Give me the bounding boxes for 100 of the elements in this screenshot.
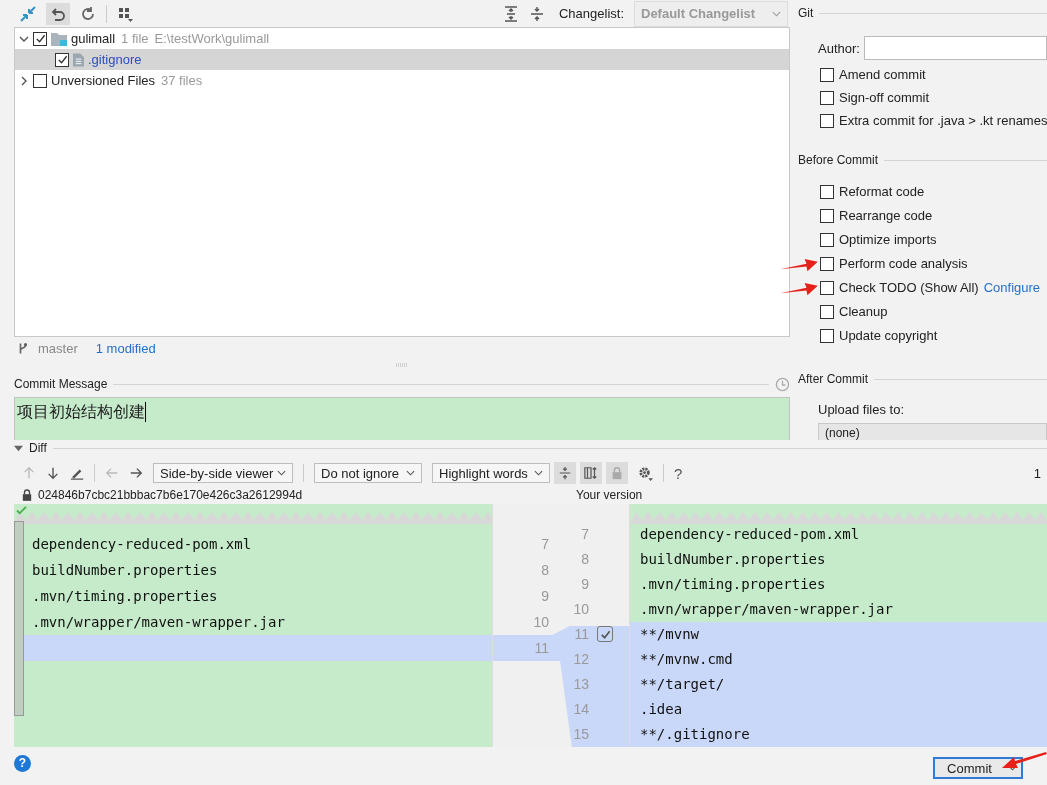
option-label: Perform code analysis — [839, 256, 968, 271]
checkbox[interactable] — [820, 113, 834, 128]
branch-icon — [18, 341, 28, 355]
right-version-title: Your version — [576, 488, 643, 502]
checkbox[interactable] — [597, 626, 613, 642]
line-number: 12 — [572, 650, 589, 669]
group-icon[interactable] — [117, 5, 133, 22]
commit-button[interactable]: Commit — [933, 757, 1023, 779]
line-number: 9 — [541, 588, 549, 604]
modified-link[interactable]: 1 modified — [95, 340, 156, 356]
line-number: 7 — [580, 525, 589, 544]
splitter-handle[interactable] — [395, 363, 409, 367]
option-label: Extra commit for .java > .kt renames — [839, 113, 1047, 128]
settings-icon[interactable] — [638, 465, 653, 481]
checkbox[interactable] — [33, 31, 47, 46]
caret-icon — [772, 10, 781, 17]
checkbox[interactable] — [55, 52, 69, 67]
code-line: .mvn/timing.properties — [31, 587, 219, 606]
code-line: .mvn/wrapper/maven-wrapper.jar — [31, 613, 286, 632]
checkbox[interactable] — [820, 67, 834, 82]
line-number: 9 — [580, 575, 589, 594]
arrow-down-icon[interactable] — [46, 466, 60, 480]
code-line: dependency-reduced-pom.xml — [31, 535, 253, 554]
file-count: 1 file — [121, 31, 149, 46]
tree-label: Unversioned Files — [51, 73, 156, 88]
left-version-title: 024846b7cbc21bbbac7b6e170e426c3a2612994d — [38, 488, 303, 502]
checkbox[interactable] — [820, 256, 834, 271]
undo-button[interactable] — [46, 2, 70, 25]
help-button[interactable]: ? — [14, 754, 31, 772]
refresh-icon[interactable] — [80, 5, 96, 22]
difference-count: 1 — [1033, 465, 1041, 481]
code-line: dependency-reduced-pom.xml — [639, 525, 861, 544]
sync-scroll-button[interactable] — [580, 462, 602, 484]
caret-icon — [406, 470, 415, 476]
option-label: Amend commit — [839, 67, 926, 82]
option-label: Rearrange code — [839, 208, 933, 223]
code-line: .mvn/wrapper/maven-wrapper.jar — [639, 600, 894, 619]
code-line: buildNumber.properties — [31, 561, 219, 580]
checkbox[interactable] — [820, 328, 834, 343]
line-number: 11 — [534, 640, 549, 656]
tree-label: gulimall — [71, 31, 116, 46]
checkbox[interactable] — [820, 280, 834, 295]
line-number: 11 — [573, 625, 589, 644]
code-line: .mvn/timing.properties — [639, 575, 827, 594]
upload-label: Upload files to: — [818, 402, 905, 417]
checkbox[interactable] — [820, 232, 834, 247]
branch-name: master — [38, 340, 78, 356]
tree-row[interactable]: .gitignore — [15, 49, 789, 70]
section-title: Git — [798, 6, 814, 20]
tree-row[interactable]: Unversioned Files 37 files — [15, 70, 789, 91]
chevron-right-icon[interactable] — [19, 75, 29, 86]
option-label: Sign-off commit — [839, 90, 930, 105]
section-title: Diff — [29, 441, 47, 455]
collapse-unchanged-button[interactable] — [554, 462, 576, 484]
file-icon — [73, 52, 84, 67]
line-number: 10 — [572, 600, 589, 619]
checkbox[interactable] — [820, 90, 834, 105]
option-label: Check TODO (Show All) — [839, 280, 979, 295]
help-button[interactable]: ? — [674, 464, 683, 482]
tree-label: .gitignore — [88, 52, 142, 67]
file-count: 37 files — [161, 73, 203, 88]
code-line: buildNumber.properties — [639, 550, 827, 569]
triangle-down-icon[interactable] — [14, 443, 23, 453]
upload-dropdown[interactable]: (none) — [818, 423, 1047, 440]
expand-all-icon[interactable] — [502, 5, 519, 22]
changelist-label: Changelist: — [558, 6, 624, 21]
configure-link[interactable]: Configure — [983, 280, 1041, 295]
caret-icon — [534, 470, 543, 476]
checkbox[interactable] — [820, 304, 834, 319]
undo-icon — [50, 5, 66, 22]
option-label: Update copyright — [839, 328, 938, 343]
line-number: 8 — [580, 550, 589, 569]
author-field[interactable] — [863, 36, 1047, 60]
arrow-right-icon[interactable] — [129, 466, 143, 480]
tree-row[interactable]: gulimall 1 file E:\testWork\gulimall — [15, 28, 789, 49]
commit-message-field[interactable]: 项目初始结构创建 — [14, 397, 790, 440]
checkbox[interactable] — [820, 184, 834, 199]
collapse-all-icon[interactable] — [528, 5, 545, 22]
section-title: Before Commit — [798, 153, 879, 167]
line-number: 15 — [572, 725, 589, 744]
line-number: 7 — [541, 536, 549, 552]
folder-icon — [51, 31, 67, 46]
arrows-icon[interactable] — [20, 5, 36, 22]
option-label: Reformat code — [839, 184, 925, 199]
lock-icon — [610, 466, 624, 480]
check-icon — [16, 506, 27, 515]
dropdown[interactable]: Highlight words — [432, 463, 550, 483]
dropdown[interactable]: Side-by-side viewer — [153, 463, 293, 483]
line-number: 14 — [572, 700, 589, 719]
folder-path: E:\testWork\gulimall — [154, 31, 270, 46]
checkbox[interactable] — [820, 208, 834, 223]
checkbox[interactable] — [33, 73, 47, 88]
dropdown[interactable]: Do not ignore — [314, 463, 422, 483]
columns-icon — [584, 466, 598, 480]
option-label: Cleanup — [839, 304, 888, 319]
line-number: 10 — [533, 614, 549, 630]
section-title: Commit Message — [14, 377, 108, 391]
line-number: 13 — [572, 675, 589, 694]
line-number: 8 — [541, 562, 549, 578]
author-label: Author: — [818, 40, 860, 56]
